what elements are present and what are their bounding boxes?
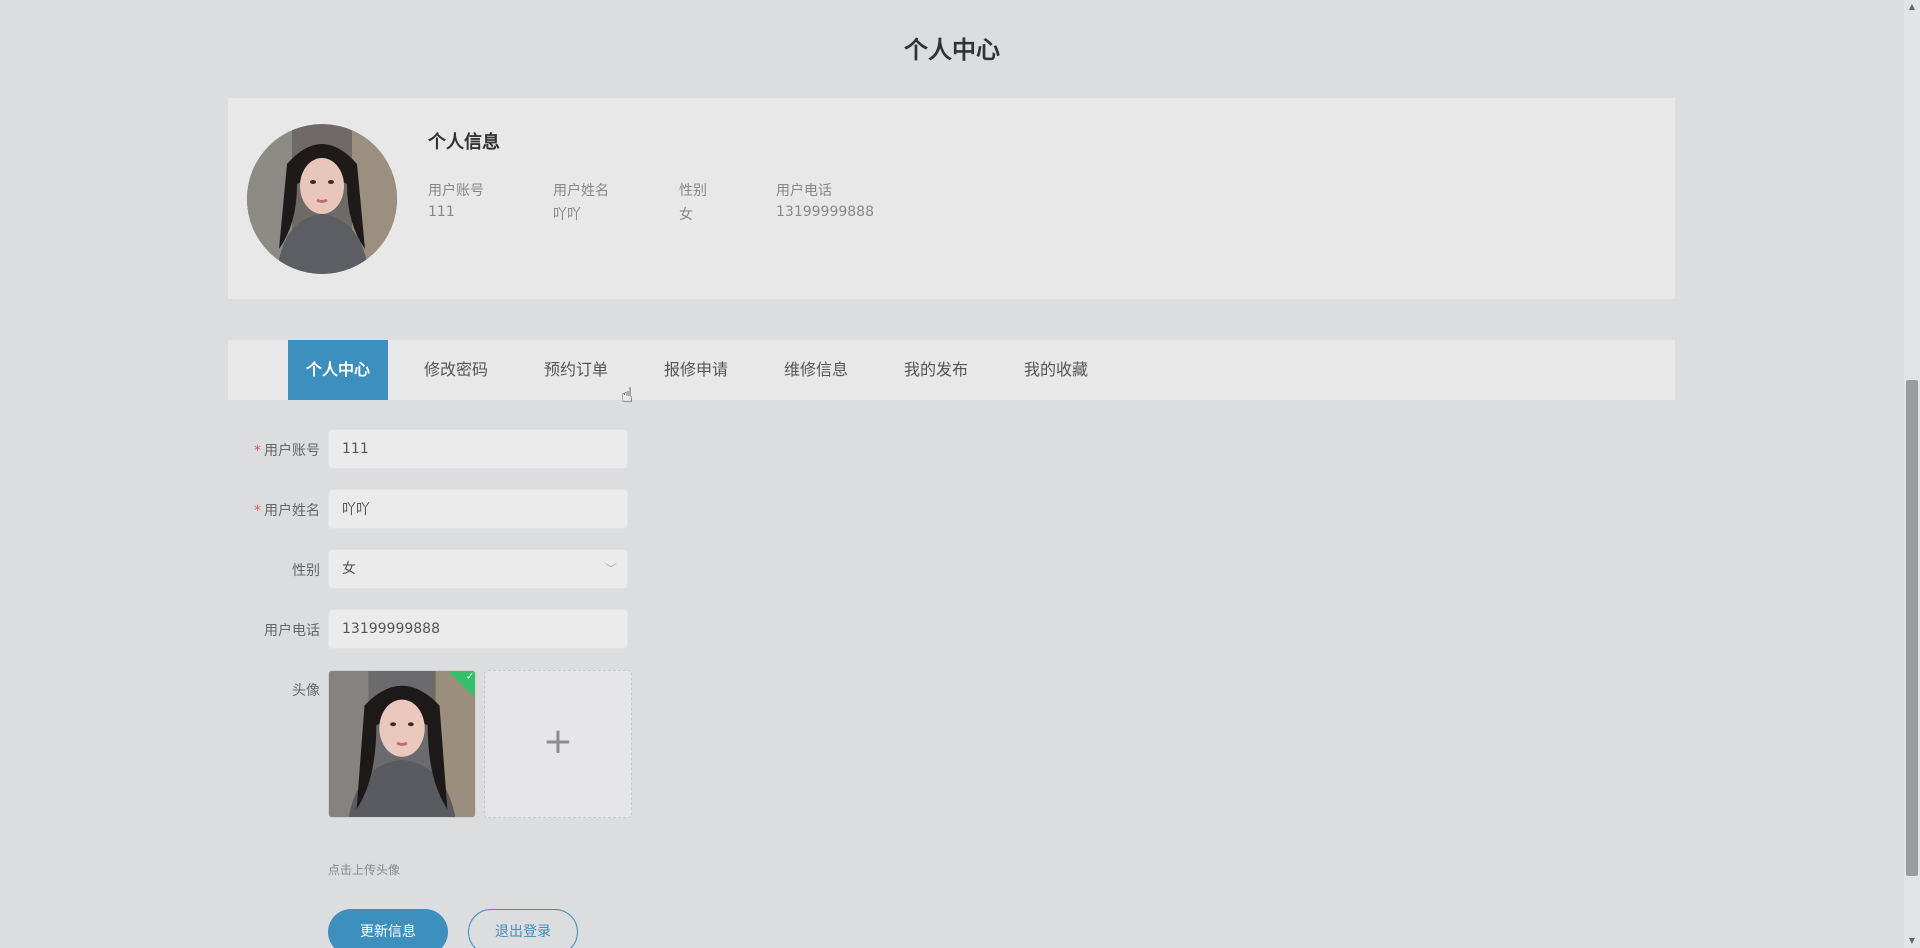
account-label-text: 用户账号 bbox=[264, 443, 320, 459]
profile-section-title: 个人信息 bbox=[428, 132, 500, 153]
gender-label: 性别 bbox=[292, 563, 320, 579]
scroll-up-icon[interactable]: ▲ bbox=[1906, 2, 1918, 11]
account-input[interactable] bbox=[328, 429, 628, 469]
profile-field-gender: 性别 女 bbox=[679, 180, 707, 224]
logout-button[interactable]: 退出登录 bbox=[468, 909, 578, 948]
profile-field-value: 13199999888 bbox=[776, 204, 874, 220]
tab-my-posts[interactable]: 我的发布 bbox=[886, 340, 986, 400]
phone-label: 用户电话 bbox=[264, 623, 320, 639]
profile-field-value: 女 bbox=[679, 207, 693, 223]
tab-repair-info[interactable]: 维修信息 bbox=[766, 340, 866, 400]
name-label: * 用户姓名 bbox=[228, 500, 320, 520]
profile-field-name: 用户姓名 吖吖 bbox=[553, 180, 609, 224]
profile-field-label: 用户账号 bbox=[428, 183, 484, 199]
scrollbar-thumb[interactable] bbox=[1906, 380, 1918, 876]
profile-field-account: 用户账号 111 bbox=[428, 180, 484, 220]
phone-input[interactable] bbox=[328, 609, 628, 649]
hand-cursor-icon: ☝ bbox=[621, 383, 634, 407]
name-label-text: 用户姓名 bbox=[264, 503, 320, 519]
profile-field-label: 用户姓名 bbox=[553, 183, 609, 199]
scroll-down-icon[interactable]: ▼ bbox=[1906, 936, 1918, 945]
check-icon: ✓ bbox=[465, 671, 475, 683]
tab-my-favorites[interactable]: 我的收藏 bbox=[1006, 340, 1106, 400]
avatar-upload-button[interactable]: + bbox=[484, 670, 632, 818]
chevron-down-icon: ﹀ bbox=[604, 562, 617, 576]
name-input[interactable] bbox=[328, 489, 628, 529]
profile-card: 个人信息 用户账号 111 用户姓名 吖吖 性别 女 用户电话 13199999… bbox=[228, 98, 1675, 299]
profile-field-value: 吖吖 bbox=[553, 207, 581, 223]
plus-icon: + bbox=[542, 721, 574, 762]
gender-select[interactable]: 女 ﹀ bbox=[328, 549, 628, 589]
profile-field-label: 性别 bbox=[679, 183, 707, 199]
tab-personal-center[interactable]: 个人中心 bbox=[288, 340, 388, 400]
tab-change-password[interactable]: 修改密码 bbox=[406, 340, 506, 400]
profile-field-label: 用户电话 bbox=[776, 183, 832, 199]
update-info-button[interactable]: 更新信息 bbox=[328, 909, 448, 948]
avatar-label: 头像 bbox=[292, 683, 320, 699]
tab-repair-request[interactable]: 报修申请 bbox=[646, 340, 746, 400]
gender-select-value: 女 bbox=[342, 561, 356, 577]
tab-booking-orders[interactable]: 预约订单 bbox=[526, 340, 626, 400]
avatar bbox=[247, 124, 397, 274]
avatar-preview[interactable]: ✓ bbox=[328, 670, 476, 818]
profile-field-phone: 用户电话 13199999888 bbox=[776, 180, 874, 220]
tab-bar: 个人中心 修改密码 预约订单 报修申请 维修信息 我的发布 我的收藏 bbox=[228, 340, 1675, 400]
required-mark: * bbox=[254, 503, 261, 519]
avatar-upload-hint: 点击上传头像 bbox=[328, 863, 401, 877]
profile-field-value: 111 bbox=[428, 204, 455, 220]
page: 个人中心 个人信息 用户账号 111 用户姓名 吖吖 性别 女 用户电话 131… bbox=[0, 0, 1920, 948]
account-label: * 用户账号 bbox=[228, 440, 320, 460]
page-title: 个人中心 bbox=[904, 36, 1000, 64]
required-mark: * bbox=[254, 443, 261, 459]
